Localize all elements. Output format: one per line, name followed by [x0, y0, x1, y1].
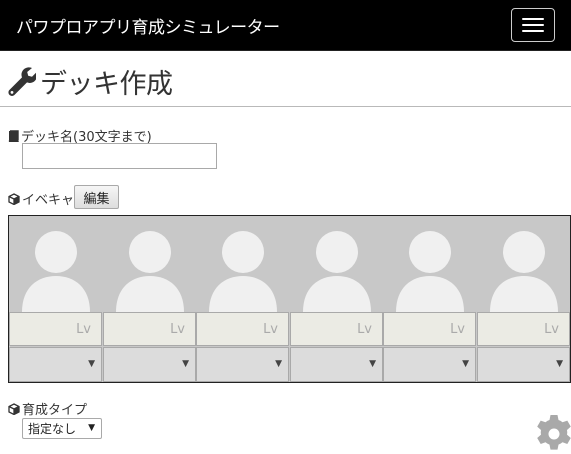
title-divider: [0, 106, 571, 107]
app-brand[interactable]: パワプロアプリ育成シミュレーター: [16, 13, 280, 38]
level-input[interactable]: Lv: [383, 312, 476, 346]
book-icon: [8, 129, 19, 142]
wrench-icon: [8, 67, 36, 96]
character-slot[interactable]: Lv ▼: [290, 216, 384, 382]
character-select[interactable]: ▼: [103, 347, 196, 382]
level-input[interactable]: Lv: [9, 312, 102, 346]
training-type-label: 育成タイプ: [8, 399, 87, 418]
character-placeholder-icon[interactable]: [383, 216, 477, 312]
character-slot[interactable]: Lv ▼: [383, 216, 477, 382]
chevron-down-icon: ▼: [369, 359, 376, 369]
character-select[interactable]: ▼: [477, 347, 570, 382]
level-placeholder: Lv: [170, 322, 185, 337]
chevron-down-icon: ▼: [556, 359, 563, 369]
level-placeholder: Lv: [544, 322, 559, 337]
menu-toggle-button[interactable]: [511, 8, 555, 42]
character-placeholder-icon[interactable]: [9, 216, 103, 312]
event-character-grid: Lv ▼ Lv ▼ Lv ▼ Lv ▼ Lv ▼ Lv ▼: [8, 215, 571, 383]
character-slot[interactable]: Lv ▼: [103, 216, 197, 382]
level-input[interactable]: Lv: [196, 312, 289, 346]
level-input[interactable]: Lv: [103, 312, 196, 346]
character-placeholder-icon[interactable]: [196, 216, 290, 312]
deck-name-input[interactable]: [22, 143, 217, 169]
level-placeholder: Lv: [76, 322, 91, 337]
character-select[interactable]: ▼: [383, 347, 476, 382]
edit-event-chars-button[interactable]: 編集: [74, 185, 119, 209]
level-placeholder: Lv: [263, 322, 278, 337]
level-placeholder: Lv: [450, 322, 465, 337]
character-placeholder-icon[interactable]: [290, 216, 384, 312]
chevron-down-icon: ▼: [88, 423, 95, 433]
training-type-value: 指定なし: [28, 422, 77, 436]
navbar: パワプロアプリ育成シミュレーター: [0, 0, 571, 51]
cube-icon: [8, 402, 20, 415]
training-type-select[interactable]: 指定なし ▼: [22, 418, 102, 439]
cube-icon: [8, 192, 20, 205]
character-select[interactable]: ▼: [9, 347, 102, 382]
chevron-down-icon: ▼: [182, 359, 189, 369]
character-slot[interactable]: Lv ▼: [196, 216, 290, 382]
training-type-label-text: 育成タイプ: [22, 403, 88, 418]
level-input[interactable]: Lv: [477, 312, 570, 346]
character-slot[interactable]: Lv ▼: [477, 216, 571, 382]
page-title-text: デッキ作成: [40, 68, 173, 100]
chevron-down-icon: ▼: [462, 359, 469, 369]
chevron-down-icon: ▼: [275, 359, 282, 369]
character-placeholder-icon[interactable]: [477, 216, 571, 312]
chevron-down-icon: ▼: [88, 359, 95, 369]
character-select[interactable]: ▼: [196, 347, 289, 382]
level-placeholder: Lv: [357, 322, 372, 337]
page-title: デッキ作成: [6, 63, 173, 100]
character-slot[interactable]: Lv ▼: [9, 216, 103, 382]
character-select[interactable]: ▼: [290, 347, 383, 382]
level-input[interactable]: Lv: [290, 312, 383, 346]
character-placeholder-icon[interactable]: [103, 216, 197, 312]
gear-icon[interactable]: [534, 410, 571, 454]
